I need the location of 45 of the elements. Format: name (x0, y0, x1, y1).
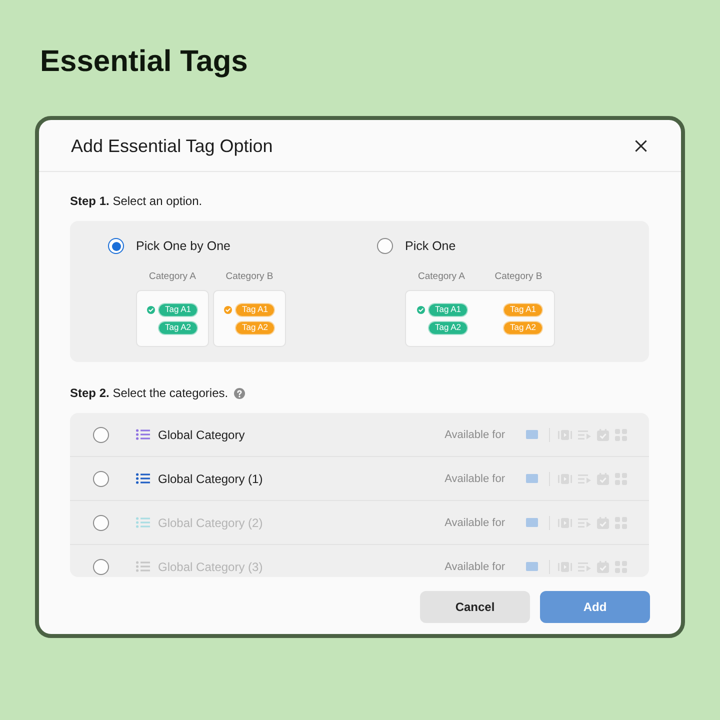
calendar-check-icon (597, 560, 609, 572)
radio-button[interactable] (108, 238, 124, 254)
help-icon[interactable] (234, 388, 246, 398)
step-instruction: Step 1. Select an option. (70, 193, 202, 209)
rectangle-icon (526, 518, 538, 527)
tag-chip: Tag A1 (503, 302, 543, 316)
rectangle-icon (526, 474, 538, 483)
tag-chip: Tag A2 (158, 320, 198, 334)
video-icon (558, 430, 572, 440)
category-label: Category B (224, 271, 274, 283)
category-name: Global Category (158, 426, 245, 442)
radio-button[interactable] (93, 470, 109, 486)
calendar-check-icon (597, 428, 609, 440)
rectangle-icon (526, 430, 538, 439)
cancel-button[interactable]: Cancel (420, 591, 530, 623)
calendar-check-icon (597, 472, 609, 484)
option-label[interactable]: Pick One by One (136, 238, 230, 254)
tag-chip: Tag A2 (235, 320, 275, 334)
availability-label: Available for (444, 428, 505, 442)
tag-chip: Tag A1 (428, 302, 468, 316)
tag-chip: Tag A2 (503, 320, 543, 334)
category-name: Global Category (3) (158, 558, 263, 574)
page-heading: Essential Tags (40, 44, 248, 80)
video-icon (558, 562, 572, 572)
calendar-check-icon (597, 516, 609, 528)
availability-label: Available for (444, 472, 505, 486)
category-label: Category A (148, 271, 197, 283)
video-icon (558, 518, 572, 528)
step-instruction: Step 2. Select the categories. (70, 385, 228, 401)
tag-chip: Tag A1 (235, 302, 275, 316)
category-label: Category A (417, 271, 466, 283)
availability-label: Available for (444, 560, 505, 574)
close-icon (635, 140, 647, 152)
dialog-title: Add Essential Tag Option (71, 134, 273, 156)
radio-button[interactable] (93, 426, 109, 442)
rectangle-icon (526, 562, 538, 571)
video-icon (558, 474, 572, 484)
availability-label: Available for (444, 516, 505, 530)
tag-chip: Tag A2 (428, 320, 468, 334)
option-label[interactable]: Pick One (405, 238, 456, 254)
category-name: Global Category (2) (158, 514, 263, 530)
tag-chip: Tag A1 (158, 302, 198, 316)
category-name: Global Category (1) (158, 470, 263, 486)
category-label: Category B (494, 271, 544, 283)
radio-button[interactable] (377, 238, 393, 254)
